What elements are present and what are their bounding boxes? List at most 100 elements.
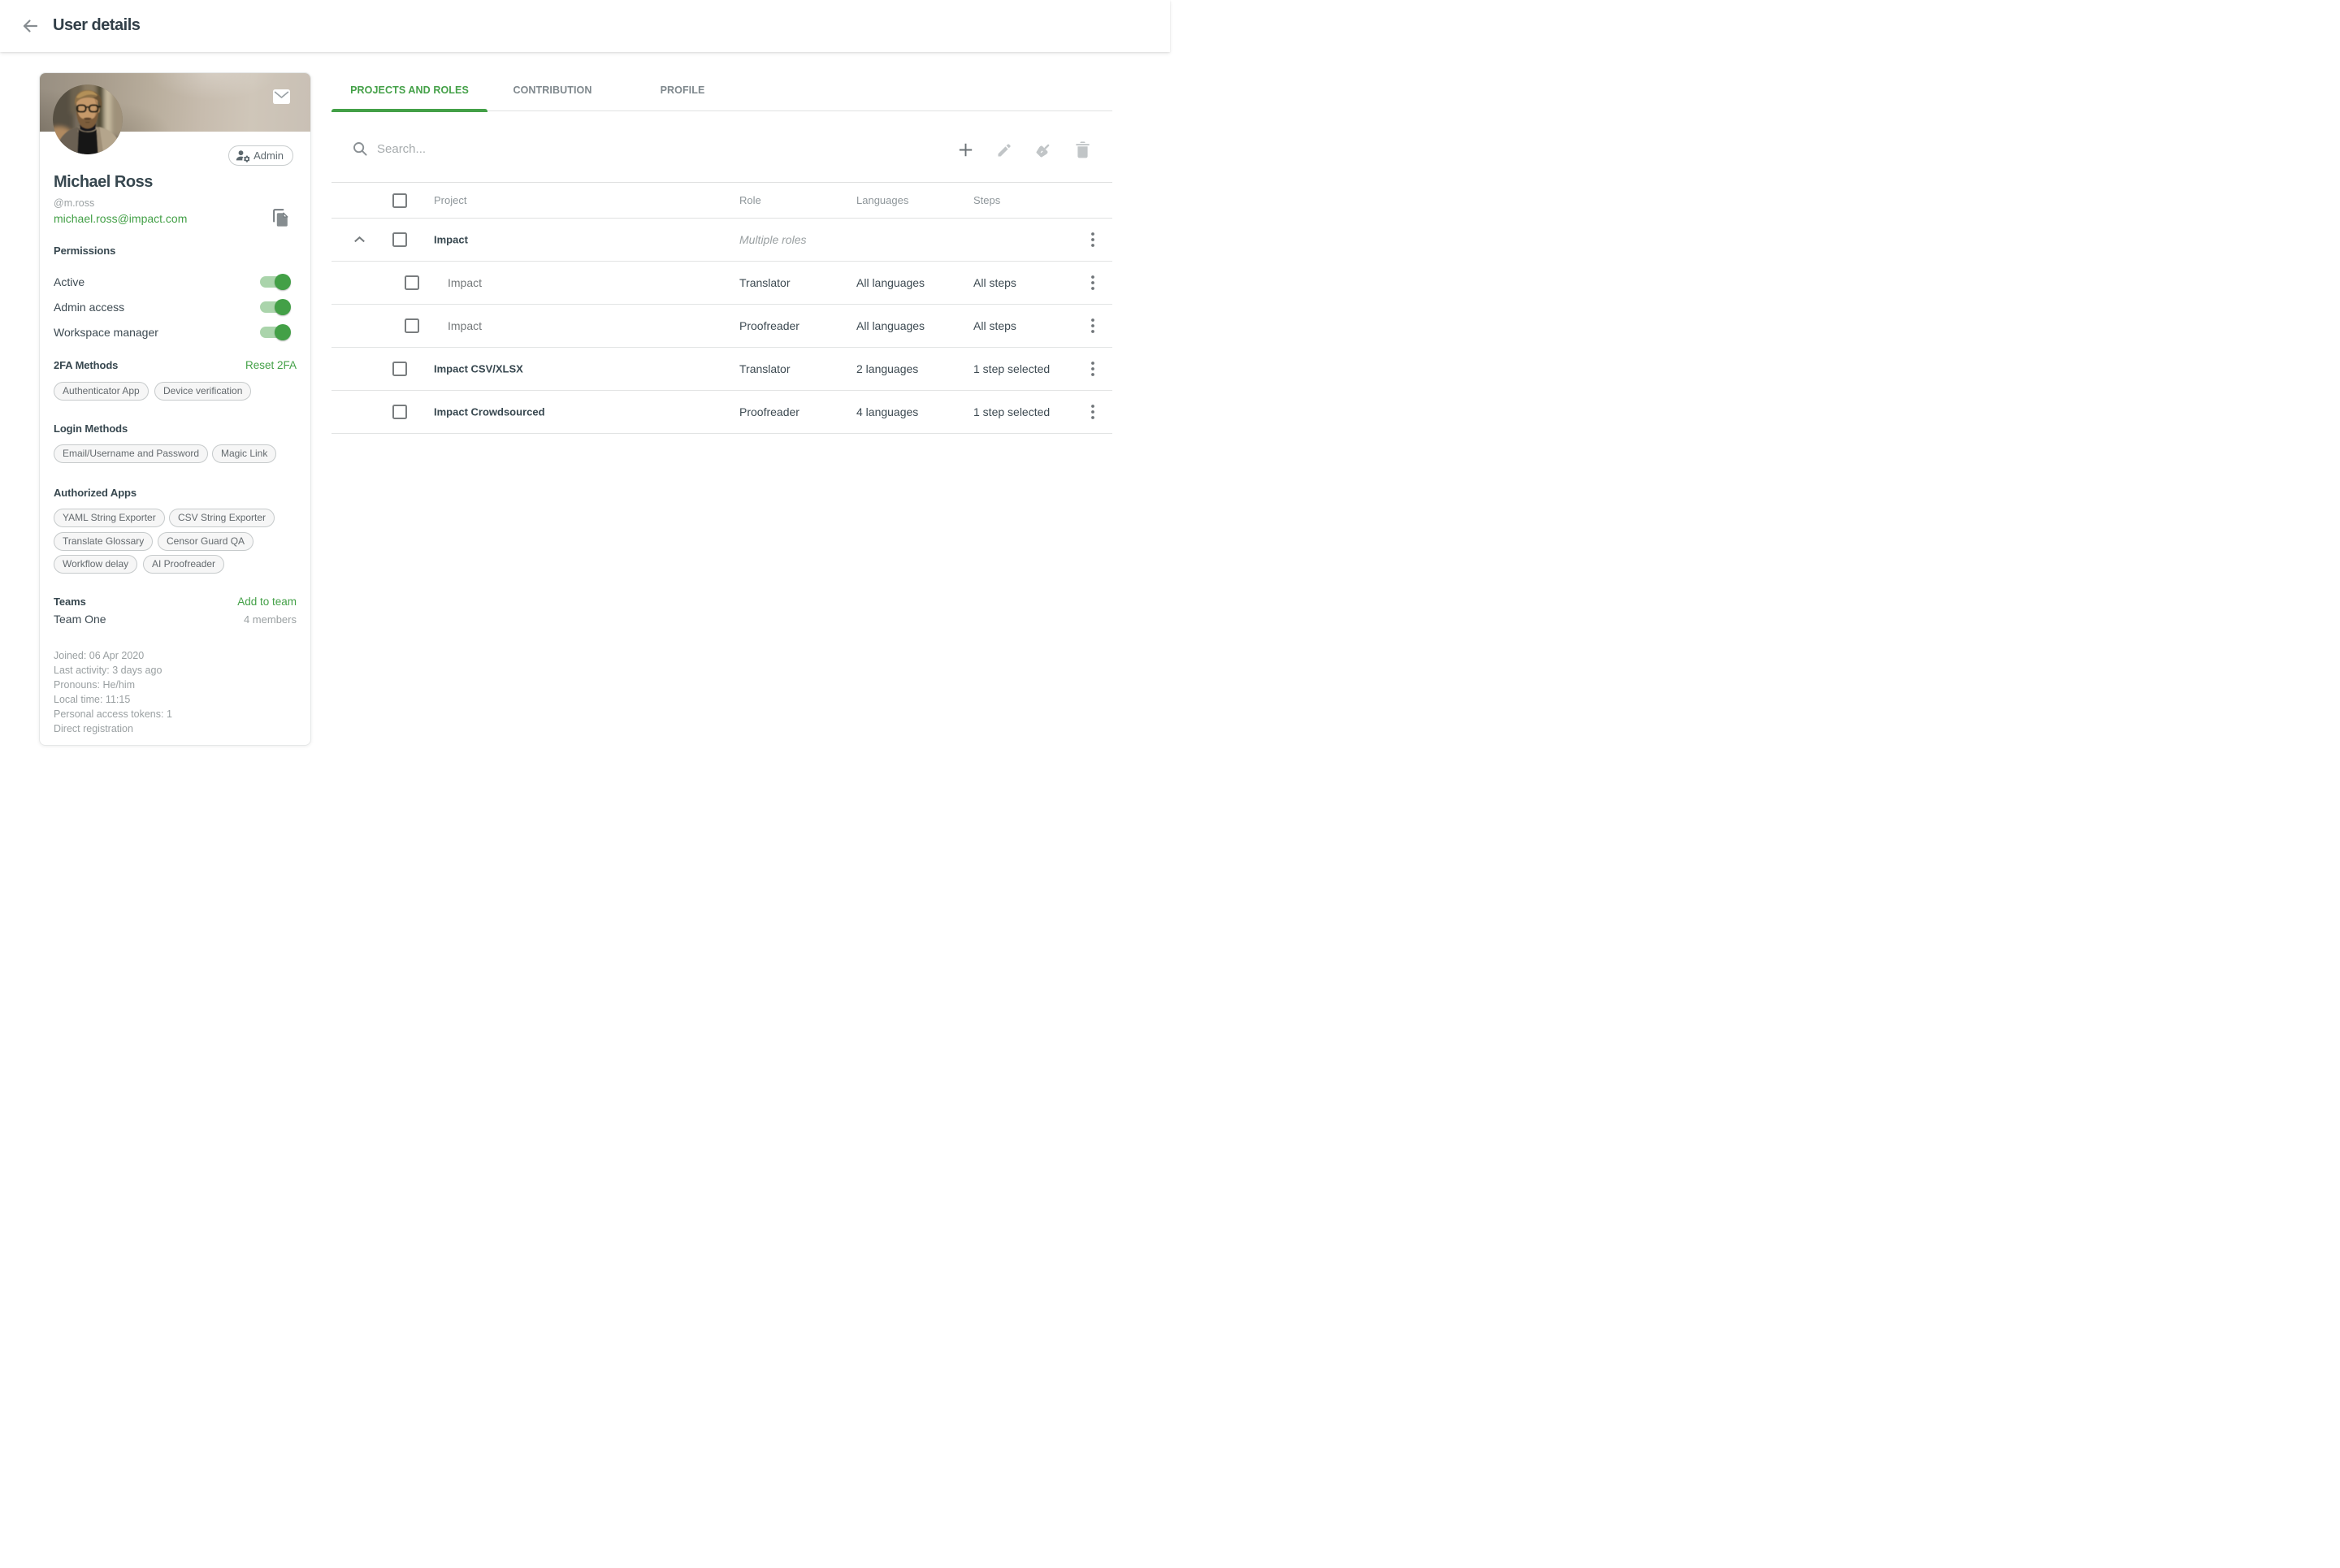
table-row-impact-translator: Impact Translator All languages All step…	[332, 262, 1112, 305]
toggle-label-active: Active	[54, 275, 84, 288]
meta-tokens: Personal access tokens: 1	[54, 707, 172, 721]
twofa-pill: Device verification	[154, 382, 251, 401]
toggle-admin-access[interactable]	[260, 299, 291, 315]
toggle-workspace-manager[interactable]	[260, 324, 291, 340]
app-pill: YAML String Exporter	[54, 509, 165, 527]
project-name[interactable]: Impact Crowdsourced	[434, 405, 545, 418]
page-title: User details	[53, 16, 140, 35]
toggle-label-workspace-manager: Workspace manager	[54, 326, 158, 339]
row-languages: All languages	[856, 276, 925, 289]
row-steps: All steps	[973, 319, 1016, 332]
app-pill: CSV String Exporter	[169, 509, 275, 527]
team-members-count: 4 members	[244, 613, 297, 626]
row-menu-icon[interactable]	[1081, 314, 1104, 337]
row-role: Translator	[739, 362, 791, 375]
table-row-impact-proofreader: Impact Proofreader All languages All ste…	[332, 305, 1112, 348]
table-header: Project Role Languages Steps	[332, 183, 1112, 219]
toggle-active[interactable]	[260, 274, 291, 290]
tab-projects-and-roles[interactable]: PROJECTS AND ROLES	[332, 72, 488, 111]
table-row-impact-csv-xlsx: Impact CSV/XLSX Translator 2 languages 1…	[332, 348, 1112, 391]
row-checkbox[interactable]	[405, 275, 419, 290]
row-checkbox[interactable]	[392, 232, 407, 247]
team-name: Team One	[54, 613, 106, 626]
row-menu-icon[interactable]	[1081, 401, 1104, 423]
meta-joined: Joined: 06 Apr 2020	[54, 648, 172, 663]
tab-contribution[interactable]: CONTRIBUTION	[488, 72, 618, 111]
table-row-impact-crowdsourced: Impact Crowdsourced Proofreader 4 langua…	[332, 391, 1112, 434]
toggle-label-admin-access: Admin access	[54, 301, 124, 314]
tab-profile[interactable]: PROFILE	[618, 72, 748, 111]
user-email[interactable]: michael.ross@impact.com	[54, 212, 187, 225]
permissions-heading: Permissions	[54, 245, 115, 257]
project-name[interactable]: Impact	[448, 319, 482, 332]
twofa-pill: Authenticator App	[54, 382, 149, 401]
send-email-icon[interactable]	[273, 89, 290, 104]
search-toolbar	[332, 111, 1112, 183]
row-steps: 1 step selected	[973, 362, 1050, 375]
tab-bar: PROJECTS AND ROLES CONTRIBUTION PROFILE	[332, 72, 1112, 111]
main-content: PROJECTS AND ROLES CONTRIBUTION PROFILE	[332, 52, 1112, 434]
add-to-team-link[interactable]: Add to team	[237, 596, 297, 608]
column-header-role: Role	[739, 194, 761, 206]
row-checkbox[interactable]	[392, 362, 407, 376]
collapse-chevron-icon[interactable]	[353, 232, 366, 248]
meta-pronouns: Pronouns: He/him	[54, 678, 172, 692]
table-row-group-impact: Impact Multiple roles	[332, 219, 1112, 262]
row-languages: All languages	[856, 319, 925, 332]
admin-badge-label: Admin	[254, 149, 284, 162]
back-arrow-icon[interactable]	[18, 14, 42, 38]
tab-label: PROFILE	[661, 84, 705, 96]
row-checkbox[interactable]	[405, 318, 419, 333]
app-header: User details	[0, 0, 1170, 52]
login-methods-heading: Login Methods	[54, 422, 128, 435]
twofa-heading: 2FA Methods	[54, 359, 118, 371]
row-checkbox[interactable]	[392, 405, 407, 419]
row-languages: 4 languages	[856, 405, 918, 418]
row-role: Translator	[739, 276, 791, 289]
avatar	[53, 84, 123, 154]
project-name[interactable]: Impact	[448, 276, 482, 289]
row-menu-icon[interactable]	[1081, 228, 1104, 251]
search-icon	[353, 141, 368, 157]
row-role: Proofreader	[739, 319, 800, 332]
row-role: Proofreader	[739, 405, 800, 418]
add-icon[interactable]	[949, 134, 982, 167]
copy-email-icon[interactable]	[273, 209, 288, 227]
app-pill: Translate Glossary	[54, 532, 153, 551]
meta-registration: Direct registration	[54, 721, 172, 736]
column-header-languages: Languages	[856, 194, 908, 206]
authorized-apps-heading: Authorized Apps	[54, 487, 136, 499]
admin-badge: Admin	[228, 145, 293, 166]
meta-last-activity: Last activity: 3 days ago	[54, 663, 172, 678]
tab-label: PROJECTS AND ROLES	[350, 84, 469, 96]
teams-heading: Teams	[54, 596, 86, 608]
column-header-steps: Steps	[973, 194, 1000, 206]
user-card: Admin Michael Ross @m.ross michael.ross@…	[39, 72, 311, 746]
clear-filters-icon[interactable]	[1027, 134, 1060, 167]
tab-label: CONTRIBUTION	[513, 84, 592, 96]
row-role: Multiple roles	[739, 233, 806, 246]
user-name: Michael Ross	[54, 173, 153, 192]
project-name[interactable]: Impact	[434, 233, 468, 245]
user-meta-list: Joined: 06 Apr 2020 Last activity: 3 day…	[54, 648, 172, 736]
row-menu-icon[interactable]	[1081, 271, 1104, 294]
row-steps: All steps	[973, 276, 1016, 289]
column-header-project: Project	[434, 194, 466, 206]
select-all-checkbox[interactable]	[392, 193, 407, 208]
search-input[interactable]	[377, 135, 864, 164]
row-steps: 1 step selected	[973, 405, 1050, 418]
login-method-pill: Email/Username and Password	[54, 444, 208, 463]
row-menu-icon[interactable]	[1081, 357, 1104, 380]
app-pill: Censor Guard QA	[158, 532, 254, 551]
project-name[interactable]: Impact CSV/XLSX	[434, 362, 523, 375]
row-languages: 2 languages	[856, 362, 918, 375]
app-pill: AI Proofreader	[143, 555, 224, 574]
login-method-pill: Magic Link	[212, 444, 276, 463]
meta-local-time: Local time: 11:15	[54, 692, 172, 707]
manage-accounts-icon	[236, 149, 249, 162]
edit-icon[interactable]	[988, 134, 1020, 167]
reset-2fa-link[interactable]: Reset 2FA	[245, 359, 297, 371]
delete-icon[interactable]	[1066, 134, 1098, 167]
user-handle: @m.ross	[54, 197, 94, 209]
app-pill: Workflow delay	[54, 555, 137, 574]
